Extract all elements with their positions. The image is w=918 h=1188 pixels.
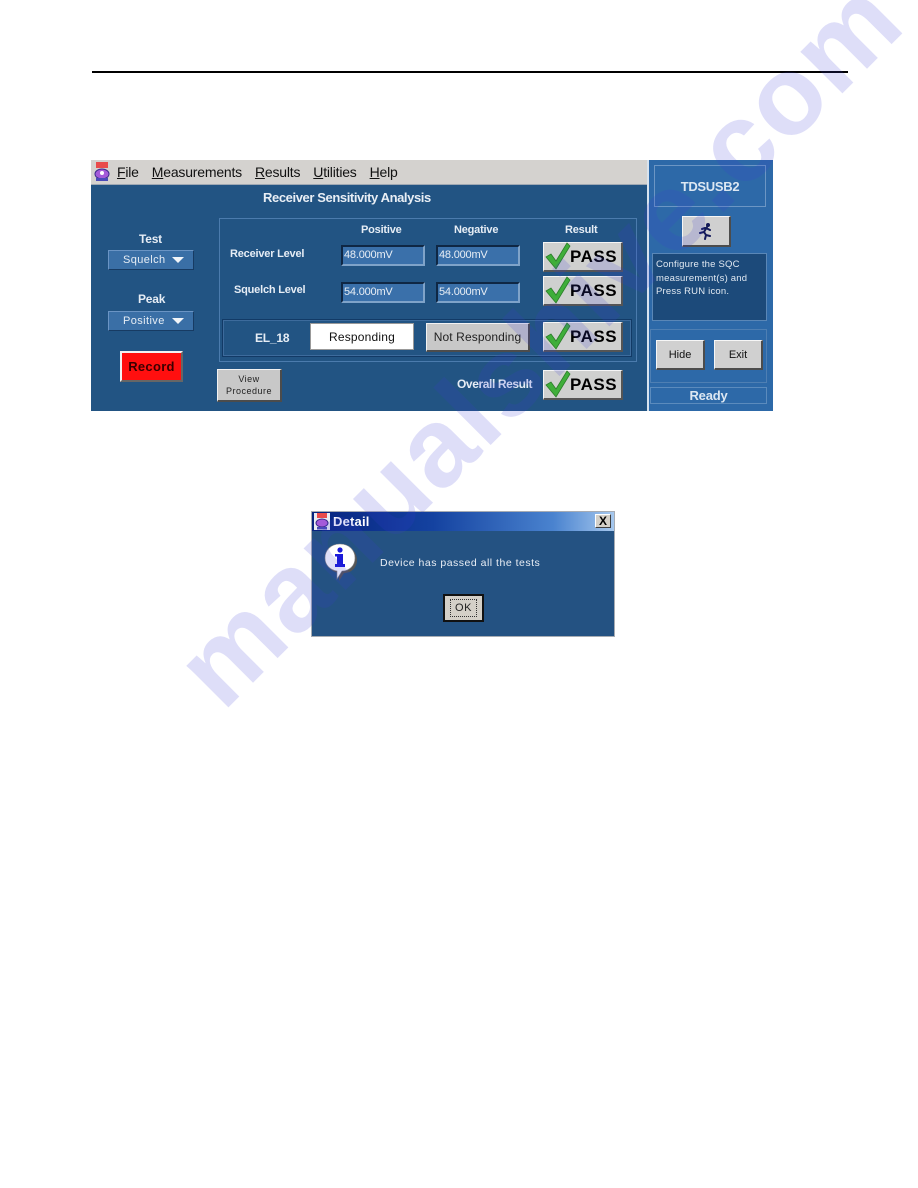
instruction-line: Press RUN icon. <box>656 286 730 297</box>
test-dropdown-value: Squelch <box>123 254 166 266</box>
app-logo-icon <box>314 513 330 530</box>
receiver-sensitivity-window: File Measurements Results Utilities Help… <box>91 160 773 411</box>
checkmark-icon <box>545 241 571 270</box>
result-text: PASS <box>570 280 618 300</box>
checkmark-icon <box>545 321 571 350</box>
app-logo-icon <box>94 162 110 181</box>
chevron-down-icon <box>172 318 184 324</box>
responding-button[interactable]: Responding <box>310 323 414 350</box>
close-button[interactable]: X <box>595 514 611 528</box>
el-test-label: EL_18 <box>255 331 290 345</box>
checkmark-icon <box>545 369 571 398</box>
main-panel: Receiver Sensitivity Analysis Test Squel… <box>91 185 647 411</box>
view-procedure-button[interactable]: View Procedure <box>217 369 282 402</box>
ok-button[interactable]: OK <box>443 594 484 622</box>
receiver-level-positive-value: 48.000mV <box>341 245 425 266</box>
el-test-result-badge: PASS <box>543 321 623 352</box>
page-header-rule <box>92 71 848 73</box>
ok-button-label: OK <box>450 599 477 617</box>
column-header-positive: Positive <box>361 224 402 236</box>
dialog-titlebar[interactable]: Detail X <box>312 512 614 531</box>
peak-dropdown-value: Positive <box>123 315 165 327</box>
chevron-down-icon <box>172 257 184 263</box>
record-button[interactable]: Record <box>120 351 183 382</box>
test-dropdown[interactable]: Squelch <box>108 250 194 270</box>
result-text: PASS <box>570 246 618 266</box>
column-header-negative: Negative <box>454 224 499 236</box>
receiver-level-result-badge: PASS <box>543 241 623 272</box>
run-button[interactable] <box>682 216 731 247</box>
close-icon: X <box>598 514 607 528</box>
checkmark-icon <box>545 275 571 304</box>
menu-utilities[interactable]: Utilities <box>313 164 357 180</box>
product-name: TDSUSB2 <box>654 165 766 207</box>
result-text: PASS <box>570 326 618 346</box>
instruction-message: Configure the SQC measurement(s) and Pre… <box>652 253 767 321</box>
running-man-icon <box>699 223 711 240</box>
instruction-line: measurement(s) and <box>656 272 748 284</box>
side-panel: TDSUSB2 Configure the SQC measurement(s)… <box>647 160 773 411</box>
view-procedure-line1: View <box>238 374 260 384</box>
overall-result-label: Overall Result <box>457 377 533 391</box>
info-icon <box>324 543 357 581</box>
menu-measurements[interactable]: Measurements <box>152 164 242 180</box>
overall-result-badge: PASS <box>543 369 623 400</box>
exit-button[interactable]: Exit <box>714 340 763 370</box>
status-indicator: Ready <box>650 387 767 404</box>
row-label-squelch-level: Squelch Level <box>234 284 306 296</box>
dialog-message: Device has passed all the tests <box>380 557 541 569</box>
menu-file[interactable]: File <box>117 164 139 180</box>
view-procedure-line2: Procedure <box>225 386 273 396</box>
column-header-result: Result <box>565 224 598 236</box>
hide-button[interactable]: Hide <box>656 340 705 370</box>
row-label-receiver-level: Receiver Level <box>230 248 305 260</box>
menu-bar: File Measurements Results Utilities Help <box>91 160 647 185</box>
side-panel-separator <box>647 160 649 411</box>
squelch-level-negative-value: 54.000mV <box>436 282 520 303</box>
not-responding-button[interactable]: Not Responding <box>426 323 530 352</box>
result-text: PASS <box>570 374 618 394</box>
squelch-level-positive-value: 54.000mV <box>341 282 425 303</box>
peak-dropdown[interactable]: Positive <box>108 311 194 331</box>
squelch-level-result-badge: PASS <box>543 275 623 306</box>
menu-help[interactable]: Help <box>370 164 398 180</box>
panel-title: Receiver Sensitivity Analysis <box>263 190 431 205</box>
dialog-title: Detail <box>333 514 370 529</box>
test-label: Test <box>139 232 162 246</box>
detail-dialog: Detail X Device has passed all the tests… <box>311 511 615 637</box>
instruction-line: Configure the SQC <box>656 259 740 270</box>
receiver-level-negative-value: 48.000mV <box>436 245 520 266</box>
menu-results[interactable]: Results <box>255 164 300 180</box>
peak-label: Peak <box>138 292 166 306</box>
